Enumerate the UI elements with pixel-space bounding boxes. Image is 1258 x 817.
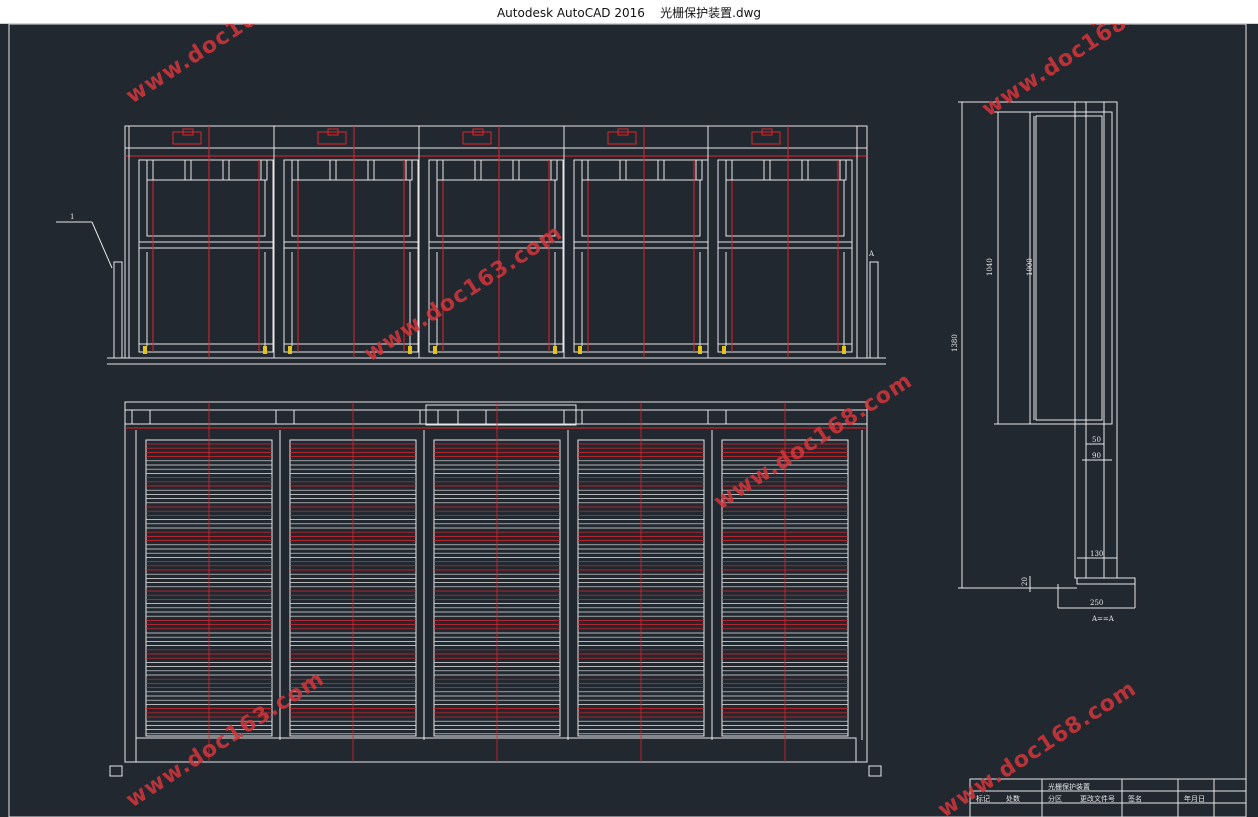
section-mark: A xyxy=(868,250,875,258)
title-block-name: 光栅保护装置 xyxy=(1048,782,1090,791)
dim-50: 50 xyxy=(1092,436,1101,444)
dim-90: 90 xyxy=(1092,452,1101,460)
front-bay xyxy=(563,126,709,358)
plan-bay xyxy=(419,402,561,762)
dim-1000: 1000 xyxy=(1026,258,1034,276)
title-block: 光栅保护装置 标记 处数 分区 更改文件号 签名 年月日 xyxy=(969,778,1247,817)
side-panel xyxy=(1029,111,1113,425)
yellow-marker xyxy=(433,346,437,354)
front-bay xyxy=(707,126,853,358)
bracket xyxy=(291,159,299,181)
bracket xyxy=(725,159,733,181)
dim-130: 130 xyxy=(1090,550,1103,558)
drawing-canvas[interactable]: 1 A A==A 1040 1000 1380 50 90 130 20 250… xyxy=(0,24,1258,817)
bay-frame xyxy=(717,159,853,353)
yellow-marker xyxy=(698,346,702,354)
watermark: www.doc168.com xyxy=(710,368,918,515)
dim-250: 250 xyxy=(1090,599,1103,607)
tb-label-date: 年月日 xyxy=(1184,794,1205,803)
bracket xyxy=(581,159,589,181)
plan-bay xyxy=(563,402,705,762)
tb-label-change: 更改文件号 xyxy=(1080,794,1115,803)
bay-window xyxy=(581,179,701,237)
watermark: www.doc168.com xyxy=(978,24,1186,122)
anchor xyxy=(868,765,882,777)
bearing xyxy=(707,409,727,425)
side-post-right xyxy=(869,261,879,359)
bracket xyxy=(619,159,627,181)
bracket xyxy=(657,159,665,181)
front-bay xyxy=(128,126,274,358)
dim-20: 20 xyxy=(1021,577,1029,586)
yellow-marker xyxy=(722,346,726,354)
drive-motor xyxy=(457,409,487,425)
side-post-left xyxy=(113,261,123,359)
front-elevation-view xyxy=(107,125,886,365)
tb-label-zone: 分区 xyxy=(1048,794,1062,803)
bay-frame xyxy=(138,159,274,353)
bracket xyxy=(763,159,771,181)
watermark: www.doc163.com xyxy=(122,666,330,813)
bracket xyxy=(512,159,520,181)
bracket xyxy=(329,159,337,181)
base-plate xyxy=(1076,577,1136,585)
drive-unit xyxy=(425,404,577,426)
window-title: Autodesk AutoCAD 2016 光栅保护装置.dwg xyxy=(0,4,1258,21)
bay-window xyxy=(146,179,266,237)
tb-label-count: 处数 xyxy=(1006,794,1020,803)
motor-symbol xyxy=(751,131,781,145)
bracket xyxy=(405,159,413,181)
bracket xyxy=(801,159,809,181)
motor-symbol xyxy=(317,131,347,145)
yellow-marker xyxy=(408,346,412,354)
yellow-marker xyxy=(288,346,292,354)
bearing xyxy=(419,409,439,425)
bay-window xyxy=(436,179,556,237)
side-panel-inner xyxy=(1035,115,1103,421)
side-post xyxy=(1074,101,1118,579)
plan-outline xyxy=(124,401,868,763)
bracket xyxy=(222,159,230,181)
part-leader: 1 xyxy=(56,213,113,269)
bracket xyxy=(550,159,558,181)
watermark: www.doc163.com xyxy=(122,24,330,109)
section-view-label: A==A xyxy=(1091,615,1115,623)
bay-window xyxy=(725,179,845,237)
motor-symbol xyxy=(172,131,202,145)
app-title: Autodesk AutoCAD 2016 xyxy=(496,6,645,20)
leader-label: 1 xyxy=(70,213,74,221)
side-section-view xyxy=(958,101,1136,609)
bay-frame xyxy=(573,159,709,353)
cad-drawing[interactable]: 1 A A==A 1040 1000 1380 50 90 130 20 250… xyxy=(0,24,1258,817)
dim-1040: 1040 xyxy=(986,258,994,276)
bearing xyxy=(131,409,151,425)
anchor xyxy=(109,765,123,777)
bay-window xyxy=(291,179,411,237)
bracket xyxy=(695,159,703,181)
yellow-marker xyxy=(578,346,582,354)
motor-symbol xyxy=(462,131,492,145)
yellow-marker xyxy=(553,346,557,354)
motor-symbol xyxy=(607,131,637,145)
title-bar: Autodesk AutoCAD 2016 光栅保护装置.dwg xyxy=(0,0,1258,24)
tb-label-sign: 签名 xyxy=(1128,794,1142,803)
bracket xyxy=(367,159,375,181)
bracket xyxy=(146,159,154,181)
bracket xyxy=(839,159,847,181)
bearing xyxy=(563,409,583,425)
yellow-marker xyxy=(143,346,147,354)
bracket xyxy=(184,159,192,181)
file-name: 光栅保护装置.dwg xyxy=(660,6,762,20)
yellow-marker xyxy=(842,346,846,354)
bracket xyxy=(436,159,444,181)
bracket xyxy=(474,159,482,181)
bracket xyxy=(260,159,268,181)
dim-1380: 1380 xyxy=(951,334,959,352)
bearing xyxy=(275,409,295,425)
yellow-marker xyxy=(263,346,267,354)
